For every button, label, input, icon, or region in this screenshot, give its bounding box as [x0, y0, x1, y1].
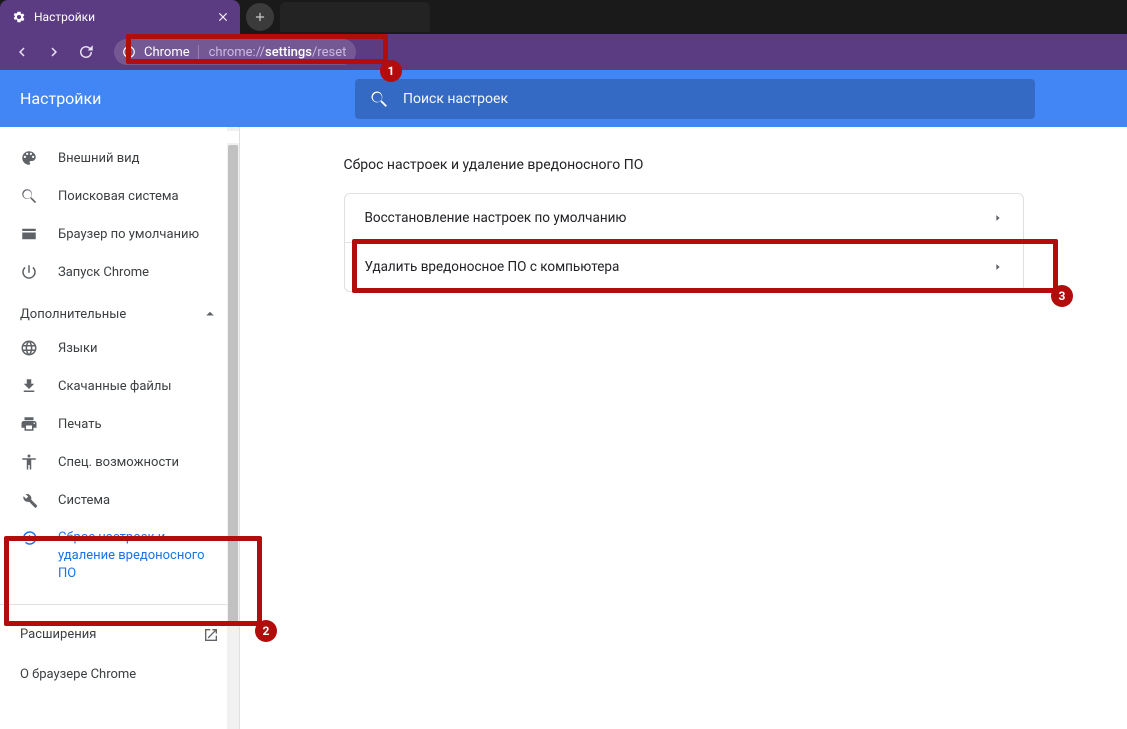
settings-search[interactable]: Поиск настроек — [355, 79, 1035, 119]
annotation-badge-3: 3 — [1051, 285, 1073, 307]
chevron-up-icon — [201, 305, 219, 323]
reset-card: Восстановление настроек по умолчанию Уда… — [344, 193, 1024, 292]
sidebar-item-label: Печать — [58, 417, 102, 432]
reload-button[interactable] — [74, 40, 98, 64]
chevron-right-icon — [993, 262, 1003, 272]
sidebar-item-label: Внешний вид — [58, 151, 140, 166]
settings-header: Настройки Поиск настроек — [0, 70, 1127, 127]
sidebar-about[interactable]: О браузере Chrome — [0, 655, 239, 694]
sidebar-item-label: Языки — [58, 341, 98, 356]
reset-restore-defaults[interactable]: Восстановление настроек по умолчанию — [345, 194, 1023, 242]
sidebar-item-label: Поисковая система — [58, 189, 179, 204]
sidebar-item-label: Браузер по умолчанию — [58, 227, 199, 242]
accessibility-icon — [20, 453, 38, 471]
globe-icon — [20, 339, 38, 357]
settings-sidebar: Внешний вид Поисковая система Браузер по… — [0, 127, 240, 729]
power-icon — [20, 263, 38, 281]
browser-tabstrip: Настройки — [0, 0, 1127, 34]
sidebar-item-system[interactable]: Система — [0, 481, 239, 519]
url-prefix: chrome:// — [209, 45, 265, 60]
url-highlight: settings — [265, 45, 312, 60]
sidebar-extensions-label: Расширения — [20, 627, 96, 642]
active-tab[interactable]: Настройки — [0, 0, 240, 34]
wrench-icon — [20, 491, 38, 509]
sidebar-extensions[interactable]: Расширения — [0, 615, 239, 655]
search-placeholder: Поиск настроек — [403, 91, 508, 107]
search-icon — [369, 89, 389, 109]
sidebar-separator — [0, 604, 239, 605]
reload-icon — [77, 43, 95, 61]
section-title: Сброс настроек и удаление вредоносного П… — [344, 157, 1024, 173]
forward-button[interactable] — [42, 40, 66, 64]
sidebar-item-label: Спец. возможности — [58, 455, 179, 470]
back-button[interactable] — [10, 40, 34, 64]
sidebar-scrollbar[interactable] — [227, 127, 239, 729]
sidebar-item-label: Система — [58, 493, 110, 508]
reset-cleanup-computer[interactable]: Удалить вредоносное ПО с компьютера — [345, 242, 1023, 291]
restore-icon — [20, 529, 38, 547]
browser-toolbar: Chrome chrome://settings/reset — [0, 34, 1127, 70]
sidebar-item-label: Запуск Chrome — [58, 265, 149, 280]
sidebar-item-startup[interactable]: Запуск Chrome — [0, 253, 239, 291]
settings-main: Сброс настроек и удаление вредоносного П… — [240, 127, 1127, 729]
arrow-left-icon — [13, 43, 31, 61]
sidebar-item-default-browser[interactable]: Браузер по умолчанию — [0, 215, 239, 253]
annotation-badge-2: 2 — [255, 620, 277, 642]
url-suffix: /reset — [312, 45, 346, 60]
new-tab-button[interactable] — [246, 3, 274, 31]
sidebar-advanced-toggle[interactable]: Дополнительные — [0, 291, 239, 329]
search-icon — [20, 187, 38, 205]
annotation-badge-1: 1 — [380, 60, 402, 82]
address-bar[interactable]: Chrome chrome://settings/reset — [114, 39, 356, 65]
arrow-right-icon — [45, 43, 63, 61]
sidebar-item-downloads[interactable]: Скачанные файлы — [0, 367, 239, 405]
browser-icon — [20, 225, 38, 243]
sidebar-item-appearance[interactable]: Внешний вид — [0, 139, 239, 177]
sidebar-item-print[interactable]: Печать — [0, 405, 239, 443]
row-label: Восстановление настроек по умолчанию — [365, 210, 627, 226]
print-icon — [20, 415, 38, 433]
settings-title: Настройки — [20, 89, 355, 108]
palette-icon — [20, 149, 38, 167]
sidebar-item-search-engine[interactable]: Поисковая система — [0, 177, 239, 215]
sidebar-item-languages[interactable]: Языки — [0, 329, 239, 367]
close-icon[interactable] — [216, 10, 230, 24]
sidebar-item-reset[interactable]: Сброс настроек и удаление вредоносного П… — [0, 519, 239, 594]
gear-icon — [12, 10, 26, 24]
external-link-icon — [203, 627, 219, 643]
tab-title: Настройки — [34, 10, 208, 24]
sidebar-advanced-label: Дополнительные — [20, 307, 126, 322]
sidebar-item-label: Скачанные файлы — [58, 379, 172, 394]
download-icon — [20, 377, 38, 395]
sidebar-item-accessibility[interactable]: Спец. возможности — [0, 443, 239, 481]
plus-icon — [253, 10, 267, 24]
row-label: Удалить вредоносное ПО с компьютера — [365, 259, 620, 275]
address-url: chrome://settings/reset — [199, 45, 357, 60]
sidebar-item-label: Сброс настроек и удаление вредоносного П… — [58, 529, 223, 584]
address-label: Chrome — [136, 45, 199, 60]
inactive-tab[interactable] — [280, 2, 430, 32]
chevron-right-icon — [993, 213, 1003, 223]
lock-icon — [122, 45, 136, 59]
sidebar-about-label: О браузере Chrome — [20, 667, 136, 682]
